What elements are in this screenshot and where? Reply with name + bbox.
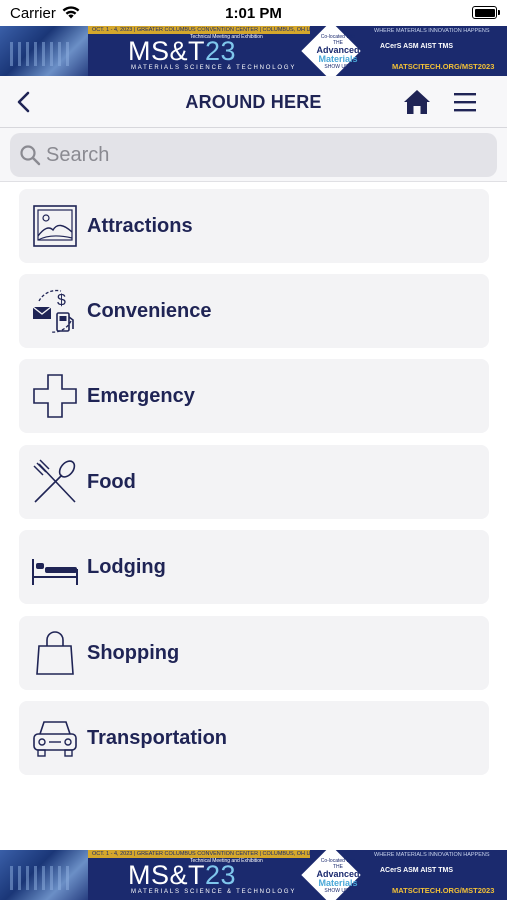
list-item-label: Convenience bbox=[87, 300, 212, 322]
home-icon[interactable] bbox=[402, 88, 432, 116]
svg-text:$: $ bbox=[57, 292, 66, 309]
list-item-attractions[interactable]: Attractions bbox=[19, 189, 489, 263]
banner-logo-text: MS&T bbox=[128, 860, 206, 890]
battery-icon bbox=[472, 6, 500, 19]
banner-logo: MS&T23 bbox=[128, 861, 236, 889]
banner-subtitle: MATERIALS SCIENCE & TECHNOLOGY bbox=[131, 65, 297, 71]
banner-show-materials: Materials bbox=[318, 878, 358, 888]
list-item-food[interactable]: Food bbox=[19, 445, 489, 519]
banner-show-suffix: SHOW USA bbox=[324, 64, 352, 70]
list-item-convenience[interactable]: $ Convenience bbox=[19, 274, 489, 348]
car-icon bbox=[33, 721, 77, 757]
fork-spoon-icon bbox=[33, 459, 76, 503]
bed-icon bbox=[32, 559, 78, 585]
mail-dollar-fuel-icon: $ bbox=[32, 289, 74, 333]
list-item-label: Shopping bbox=[87, 642, 180, 664]
banner-sponsors: ACerS ASM AIST TMS bbox=[380, 867, 453, 874]
list-item-lodging[interactable]: Lodging bbox=[19, 530, 489, 604]
hamburger-menu-icon[interactable] bbox=[452, 90, 478, 114]
banner-url: MATSCITECH.ORG/MST2023 bbox=[392, 62, 495, 71]
banner-dates: OCT. 1 - 4, 2023 | GREATER COLUMBUS CONV… bbox=[92, 27, 312, 33]
list-item-label: Transportation bbox=[87, 727, 228, 749]
banner-logo-year: 23 bbox=[205, 36, 237, 66]
list-item-label: Lodging bbox=[87, 556, 166, 578]
banner-dates: OCT. 1 - 4, 2023 | GREATER COLUMBUS CONV… bbox=[92, 851, 312, 857]
banner-logo-year: 23 bbox=[205, 860, 237, 890]
medical-cross-icon bbox=[33, 374, 77, 418]
list-item-emergency[interactable]: Emergency bbox=[19, 359, 489, 433]
event-banner-bottom[interactable]: OCT. 1 - 4, 2023 | GREATER COLUMBUS CONV… bbox=[0, 850, 507, 900]
event-banner-top[interactable]: OCT. 1 - 4, 2023 | GREATER COLUMBUS CONV… bbox=[0, 26, 507, 76]
status-bar: Carrier 1:01 PM bbox=[0, 0, 507, 26]
banner-url: MATSCITECH.ORG/MST2023 bbox=[392, 886, 495, 895]
search-input[interactable] bbox=[46, 133, 486, 177]
landscape-picture-icon bbox=[33, 205, 77, 247]
banner-logo: MS&T23 bbox=[128, 37, 236, 65]
banner-am-show: Co-located with THE Advanced Materials S… bbox=[308, 34, 368, 70]
shopping-bag-icon bbox=[36, 631, 74, 675]
banner-show-suffix: SHOW USA bbox=[324, 888, 352, 894]
banner-photo bbox=[0, 26, 88, 76]
banner-tagline: WHERE MATERIALS INNOVATION HAPPENS bbox=[374, 28, 490, 34]
banner-photo bbox=[0, 850, 88, 900]
banner-logo-text: MS&T bbox=[128, 36, 206, 66]
list-item-label: Food bbox=[87, 471, 136, 493]
search-field[interactable] bbox=[10, 133, 497, 177]
list-item-label: Emergency bbox=[87, 385, 195, 407]
list-item-label: Attractions bbox=[87, 215, 193, 237]
list-item-transportation[interactable]: Transportation bbox=[19, 701, 489, 775]
banner-show-materials: Materials bbox=[318, 54, 358, 64]
search-icon bbox=[20, 145, 41, 166]
banner-am-show: Co-located with THE Advanced Materials S… bbox=[308, 858, 368, 894]
status-time: 1:01 PM bbox=[225, 5, 282, 22]
banner-subtitle: MATERIALS SCIENCE & TECHNOLOGY bbox=[131, 889, 297, 895]
banner-sponsors: ACerS ASM AIST TMS bbox=[380, 43, 453, 50]
list-item-shopping[interactable]: Shopping bbox=[19, 616, 489, 690]
banner-tagline: WHERE MATERIALS INNOVATION HAPPENS bbox=[374, 852, 490, 858]
navigation-bar: AROUND HERE bbox=[0, 76, 507, 128]
search-bar bbox=[0, 128, 507, 182]
